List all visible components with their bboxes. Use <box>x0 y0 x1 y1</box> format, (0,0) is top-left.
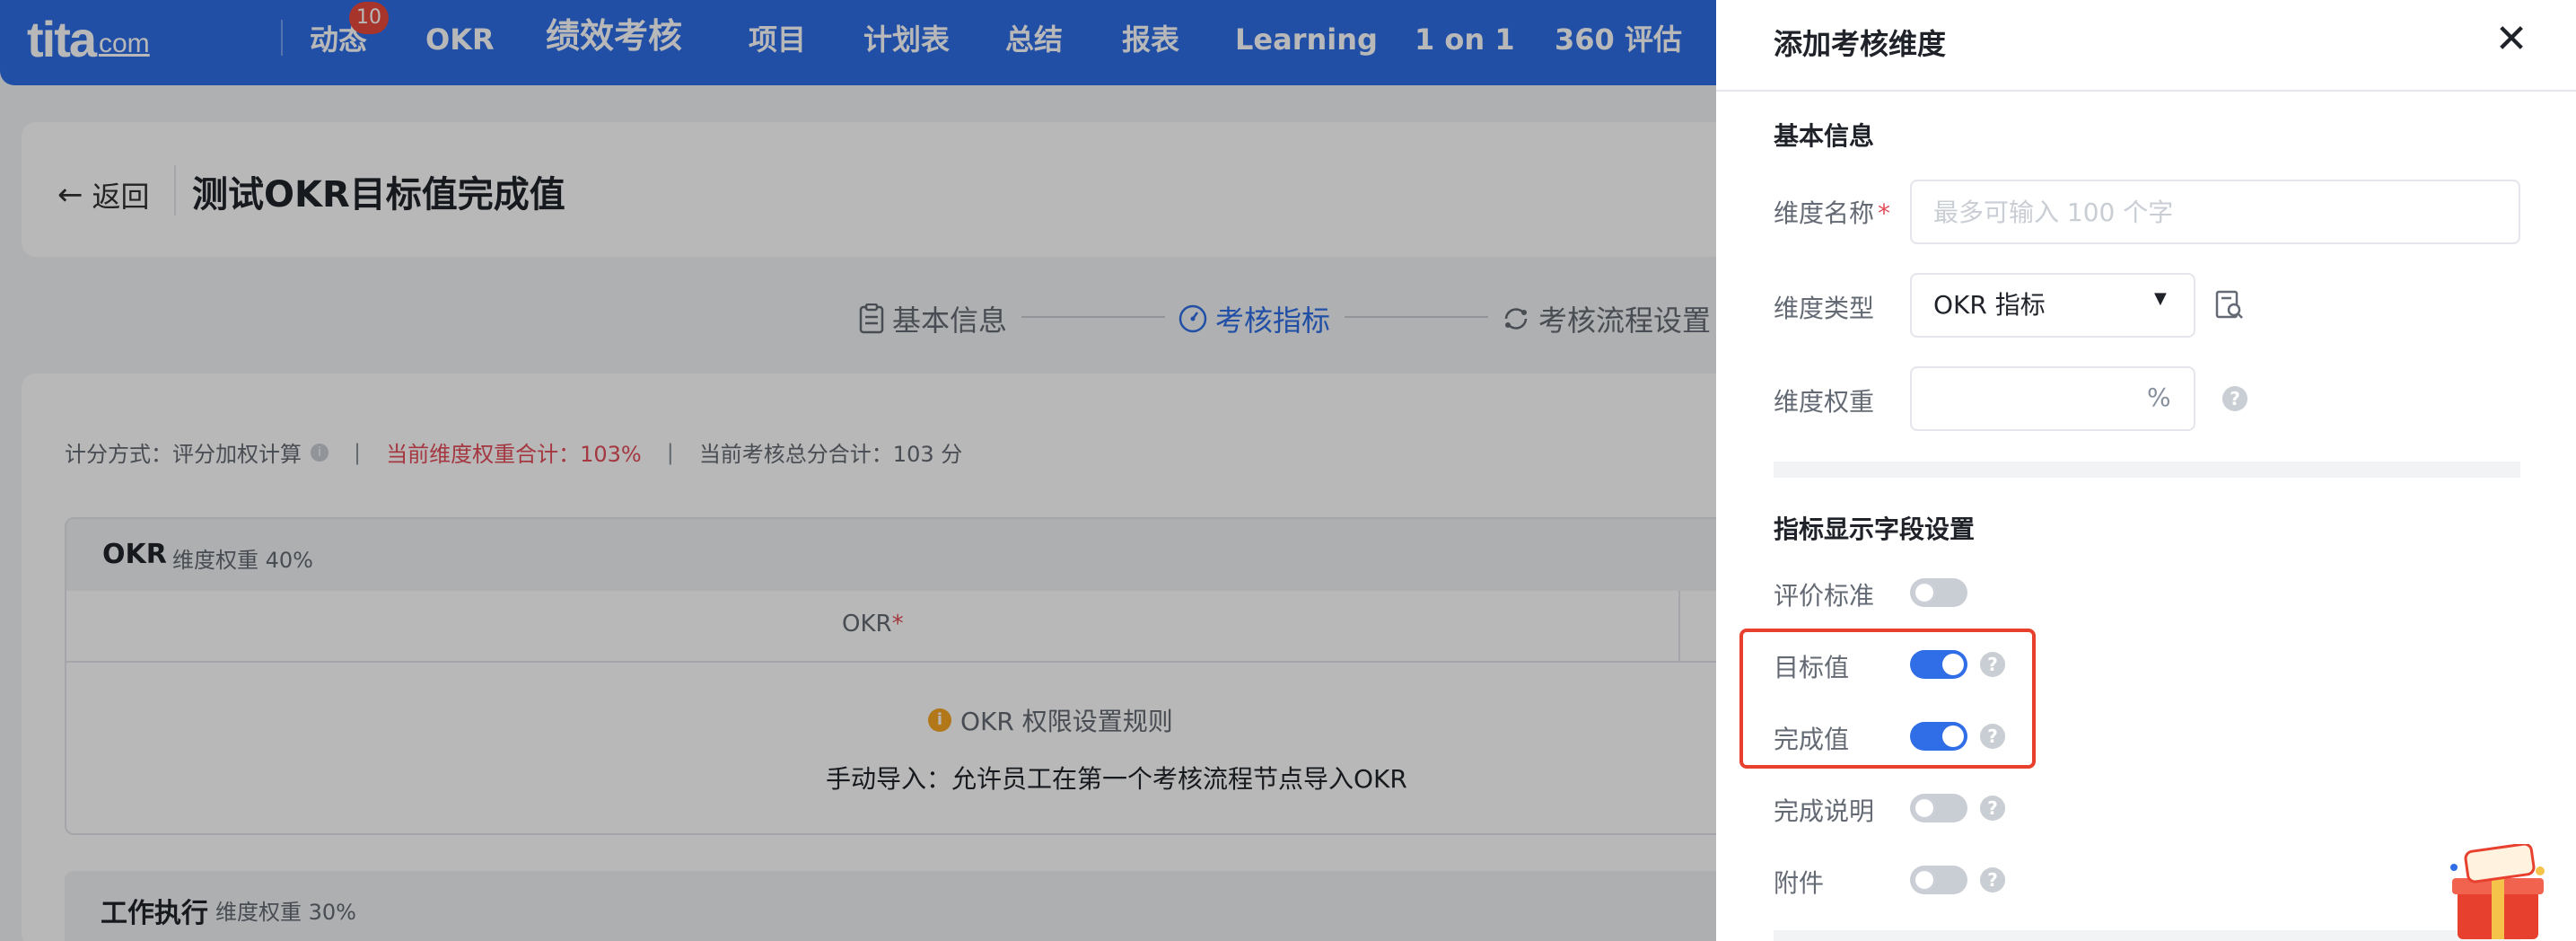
basic-info-section-title: 基本信息 <box>1774 121 1875 151</box>
toggle-completion-note[interactable] <box>1910 794 1967 822</box>
help-icon[interactable]: ? <box>1980 796 2005 821</box>
drawer-divider <box>1716 90 2576 92</box>
modal-overlay[interactable] <box>0 0 1716 941</box>
toggle-criteria[interactable] <box>1910 578 1967 607</box>
field-label-attachment: 附件 <box>1774 868 1825 898</box>
display-fields-section-title: 指标显示字段设置 <box>1774 514 1976 544</box>
field-label-completion-note: 完成说明 <box>1774 796 1875 826</box>
help-icon[interactable]: ? <box>2222 386 2247 411</box>
field-label-criteria: 评价标准 <box>1774 581 1875 611</box>
highlight-annotation <box>1739 629 2036 769</box>
dimension-name-label: 维度名称 * <box>1774 198 1891 228</box>
gift-promo-icon[interactable] <box>2441 844 2558 941</box>
close-icon[interactable]: ✕ <box>2488 16 2535 63</box>
help-icon[interactable]: ? <box>1980 867 2005 893</box>
dimension-type-select[interactable]: OKR 指标 <box>1910 273 2195 338</box>
drawer-title: 添加考核维度 <box>1774 27 1947 61</box>
section-separator <box>1774 462 2520 478</box>
document-search-icon[interactable] <box>2213 289 2246 321</box>
dimension-weight-label: 维度权重 <box>1774 387 1875 417</box>
dimension-name-input[interactable] <box>1910 180 2520 244</box>
toggle-attachment[interactable] <box>1910 866 1967 894</box>
percent-unit: % <box>2147 383 2171 412</box>
caret-down-icon: ▼ <box>2154 289 2167 308</box>
dimension-type-label: 维度类型 <box>1774 294 1875 323</box>
section-separator <box>1774 930 2520 941</box>
select-value: OKR 指标 <box>1933 290 2046 320</box>
add-dimension-drawer: 添加考核维度 ✕ 基本信息 维度名称* 维度类型 OKR 指标 ▼ 维度权重 %… <box>1716 0 2576 941</box>
